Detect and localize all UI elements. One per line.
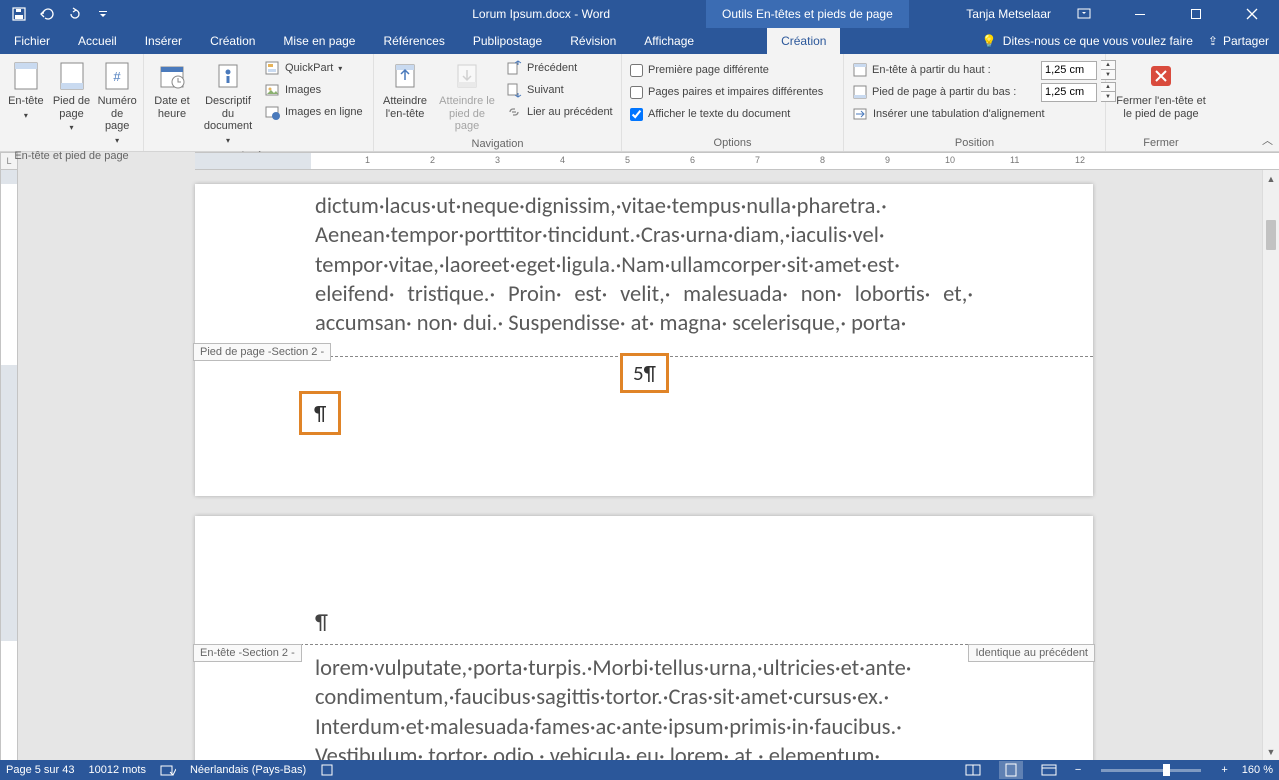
previous-button[interactable]: Précédent [502,57,617,79]
next-button[interactable]: Suivant [502,79,617,101]
insert-alignment-tab-button[interactable]: Insérer une tabulation d'alignement [848,103,1120,125]
zoom-out-button[interactable]: − [1075,764,1081,776]
link-to-previous-button[interactable]: Lier au précédent [502,101,617,123]
qat-redo-button[interactable] [62,2,88,26]
goto-footer-icon [451,60,483,92]
zoom-slider-thumb[interactable] [1163,764,1170,776]
zoom-level[interactable]: 160 % [1242,764,1273,776]
goto-header-icon [389,60,421,92]
next-icon [506,82,522,98]
contextual-tab-label: Outils En-têtes et pieds de page [706,0,909,28]
online-images-button[interactable]: Images en ligne [260,101,367,123]
tab-design[interactable]: Création [196,28,269,54]
view-read-mode[interactable] [961,761,985,779]
images-button[interactable]: Images [260,79,367,101]
group-close-label: Fermer [1110,135,1212,151]
scrollbar-thumb[interactable] [1266,220,1276,250]
tab-view[interactable]: Affichage [630,28,708,54]
different-first-page-checkbox[interactable]: Première page différente [626,59,827,81]
footer-icon [56,60,88,92]
user-name[interactable]: Tanja Metselaar [966,7,1051,21]
goto-footer-button: Atteindre le pied de page [434,57,500,136]
group-header-footer-label: En-tête et pied de page [4,148,139,164]
tab-home[interactable]: Accueil [64,28,131,54]
lightbulb-icon: 💡 [982,34,997,48]
images-icon [264,82,280,98]
minimize-button[interactable] [1117,0,1163,28]
share-button[interactable]: ⇪ Partager [1208,34,1269,48]
svg-text:#: # [114,69,122,84]
maximize-button[interactable] [1173,0,1219,28]
horizontal-ruler[interactable]: 1 2 3 4 5 6 7 8 9 10 11 12 [195,152,1279,170]
header-icon [10,60,42,92]
document-info-button[interactable]: Descriptif du document▾ [198,57,258,148]
group-options-label: Options [626,135,839,151]
scroll-up-button[interactable]: ▲ [1263,170,1279,187]
vertical-scrollbar[interactable]: ▲ ▼ [1262,170,1279,760]
page-number-button[interactable]: # Numéro de page▾ [95,57,139,148]
header-position-icon [852,62,868,78]
view-print-layout[interactable] [999,761,1023,779]
tab-layout[interactable]: Mise en page [269,28,369,54]
pilcrow-highlight: ¶ [299,391,341,435]
header-from-top-label: En-tête à partir du haut : [872,64,1037,76]
previous-icon [506,60,522,76]
document-info-icon [212,60,244,92]
tab-insert[interactable]: Insérer [131,28,196,54]
ribbon-display-options-button[interactable] [1061,0,1107,28]
close-header-footer-button[interactable]: Fermer l'en-tête et le pied de page [1111,57,1211,123]
page-number-highlight: 5¶ [620,353,669,393]
qat-undo-button[interactable] [34,2,60,26]
alignment-tab-icon [852,106,868,122]
tab-header-footer-design[interactable]: Création [767,28,840,54]
collapse-ribbon-button[interactable]: ︿ [1262,132,1273,148]
calendar-icon [156,60,188,92]
share-icon: ⇪ [1208,34,1218,48]
close-icon [1145,60,1177,92]
zoom-in-button[interactable]: + [1221,764,1227,776]
quickparts-icon [264,60,280,76]
show-document-text-checkbox[interactable]: Afficher le texte du document [626,103,827,125]
footer-section-tab: Pied de page -Section 2 - [193,343,331,361]
document-title: Lorum Ipsum.docx - Word [472,7,610,21]
different-odd-even-checkbox[interactable]: Pages paires et impaires différentes [626,81,827,103]
tab-review[interactable]: Révision [556,28,630,54]
status-spellcheck-icon[interactable] [160,763,176,777]
date-time-button[interactable]: Date et heure [148,57,196,123]
link-icon [506,104,522,120]
tab-file[interactable]: Fichier [0,28,64,54]
document-body-text: dictum·lacus·ut·neque·dignissim,·vitae·t… [195,184,1093,338]
footer-position-icon [852,84,868,100]
scroll-down-button[interactable]: ▼ [1263,743,1279,760]
status-macro-icon[interactable] [320,763,334,777]
tab-mailings[interactable]: Publipostage [459,28,556,54]
header-from-top-input[interactable] [1041,61,1097,80]
group-position-label: Position [848,135,1101,151]
quickparts-button[interactable]: QuickPart ▾ [260,57,367,79]
tell-me-search[interactable]: 💡 Dites-nous ce que vous voulez faire [982,34,1193,48]
goto-header-button[interactable]: Atteindre l'en-tête [378,57,432,123]
pilcrow-mark: ¶ [315,608,328,635]
document-body-text: lorem·vulputate,·porta·turpis.·Morbi·tel… [195,654,1093,760]
qat-customize-button[interactable] [90,2,116,26]
zoom-slider[interactable] [1101,769,1201,772]
qat-save-button[interactable] [6,2,32,26]
view-web-layout[interactable] [1037,761,1061,779]
status-language[interactable]: Néerlandais (Pays-Bas) [190,764,306,776]
page-number-icon: # [101,60,133,92]
tab-references[interactable]: Références [369,28,458,54]
footer-button[interactable]: Pied de page▾ [50,57,94,135]
footer-from-bottom-input[interactable] [1041,83,1097,102]
status-page[interactable]: Page 5 sur 43 [6,764,75,776]
close-window-button[interactable] [1229,0,1275,28]
status-word-count[interactable]: 10012 mots [89,764,146,776]
vertical-ruler[interactable] [0,170,18,760]
group-navigation-label: Navigation [378,136,617,152]
online-images-icon [264,104,280,120]
header-button[interactable]: En-tête▾ [4,57,48,123]
footer-from-bottom-label: Pied de page à partir du bas : [872,86,1037,98]
